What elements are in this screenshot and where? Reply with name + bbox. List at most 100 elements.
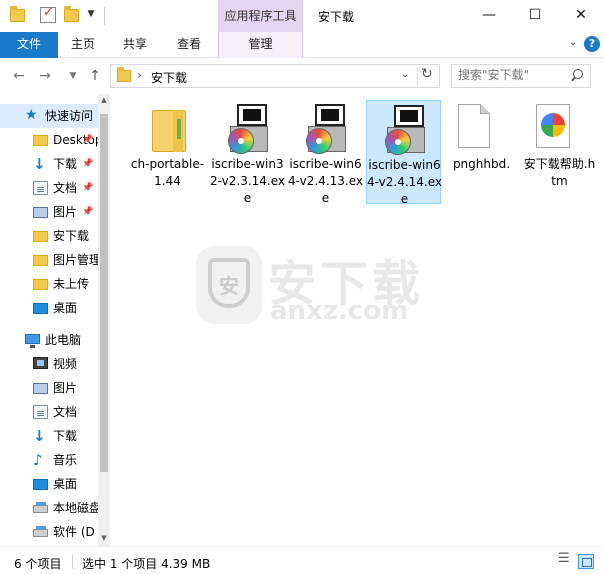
sidebar-item-music[interactable]: ♪ 音乐 bbox=[0, 448, 98, 472]
sidebar-item-desktop[interactable]: Desktop 📌 bbox=[0, 128, 98, 152]
chevron-down-icon[interactable]: ⌄ bbox=[566, 37, 580, 51]
sidebar-item-label: 下载 bbox=[53, 157, 78, 171]
search-icon[interactable] bbox=[570, 69, 584, 83]
folder-icon bbox=[152, 110, 186, 152]
drive-icon bbox=[33, 502, 48, 513]
installer-icon bbox=[302, 104, 350, 156]
address-divider bbox=[417, 67, 418, 85]
sidebar-item-pc-documents[interactable]: 文档 bbox=[0, 400, 98, 424]
title-bar: ▼ 应用程序工具 安下载 — ☐ ✕ bbox=[0, 0, 604, 32]
sidebar-item-label: 图片 bbox=[53, 381, 78, 395]
sidebar-item-not-uploaded[interactable]: 未上传 bbox=[0, 272, 98, 296]
file-item[interactable]: iscribe-win64-v2.4.13.exe bbox=[288, 100, 363, 205]
sidebar-item-software-drive[interactable]: 软件 (D bbox=[0, 520, 98, 544]
search-input[interactable] bbox=[458, 68, 568, 82]
file-item-selected[interactable]: iscribe-win64-v2.4.14.exe bbox=[366, 100, 442, 206]
sidebar-item-picture-manager[interactable]: 图片管理 bbox=[0, 248, 98, 272]
tab-share[interactable]: 共享 bbox=[108, 32, 162, 58]
new-folder-icon[interactable] bbox=[64, 6, 79, 22]
sidebar-item-label: 文档 bbox=[53, 181, 78, 195]
sidebar-item-downloads[interactable]: ↓ 下载 📌 bbox=[0, 152, 98, 176]
refresh-icon[interactable]: ↻ bbox=[421, 66, 433, 82]
up-arrow-icon[interactable]: ↑ bbox=[86, 67, 104, 85]
file-name: pnghhbd. bbox=[452, 157, 511, 171]
scroll-down-icon[interactable]: ▼ bbox=[98, 534, 110, 542]
sidebar-item-pc-pictures[interactable]: 图片 bbox=[0, 376, 98, 400]
file-item[interactable]: 安下载帮助.htm bbox=[522, 100, 597, 204]
sidebar-scrollbar-thumb[interactable] bbox=[100, 114, 108, 472]
file-item[interactable]: ch-portable-1.44 bbox=[130, 100, 205, 204]
installer-icon bbox=[224, 104, 272, 156]
installer-icon bbox=[381, 105, 429, 157]
properties-check-icon[interactable] bbox=[40, 5, 56, 23]
file-item[interactable]: iscribe-win32-v2.3.14.exe bbox=[210, 100, 285, 205]
file-name: 安下载帮助.htm bbox=[523, 157, 596, 188]
folder-icon bbox=[33, 135, 48, 146]
sidebar-item-label: 桌面 bbox=[53, 477, 78, 491]
help-icon[interactable]: ? bbox=[584, 36, 600, 52]
sidebar-item-this-pc[interactable]: 此电脑 bbox=[0, 328, 98, 352]
sidebar-item-label: 软件 (D bbox=[53, 525, 95, 539]
html-file-icon bbox=[536, 104, 570, 148]
minimize-button[interactable]: — bbox=[466, 0, 512, 32]
details-view-icon[interactable] bbox=[558, 551, 572, 568]
sidebar-item-local-disk[interactable]: 本地磁盘 bbox=[0, 496, 98, 520]
sidebar-item-pc-downloads[interactable]: ↓ 下载 bbox=[0, 424, 98, 448]
sidebar-item-quick-access[interactable]: ★ 快速访问 bbox=[0, 104, 98, 128]
file-item[interactable]: pnghhbd. bbox=[444, 100, 519, 204]
tab-home[interactable]: 主页 bbox=[58, 32, 108, 58]
maximize-button[interactable]: ☐ bbox=[512, 0, 558, 32]
sidebar-item-label: 未上传 bbox=[53, 277, 90, 291]
pin-icon: 📌 bbox=[82, 183, 94, 193]
drive-icon bbox=[33, 526, 48, 537]
download-arrow-icon: ↓ bbox=[33, 427, 46, 445]
breadcrumb-current[interactable]: 安下载 bbox=[151, 69, 187, 86]
address-bar[interactable]: › 安下载 ⌄ ↻ bbox=[110, 64, 440, 88]
chevron-down-icon[interactable]: ⌄ bbox=[401, 69, 409, 80]
folder-icon[interactable] bbox=[10, 6, 25, 22]
folder-icon bbox=[33, 255, 48, 266]
scroll-up-icon[interactable]: ▲ bbox=[98, 96, 110, 104]
sidebar-item-anxiazai[interactable]: 安下载 bbox=[0, 224, 98, 248]
tab-manage[interactable]: 管理 bbox=[218, 32, 303, 58]
sidebar-item-label: 本地磁盘 bbox=[53, 501, 98, 515]
title-separator bbox=[104, 7, 105, 25]
folder-icon bbox=[117, 67, 131, 82]
download-arrow-icon: ↓ bbox=[33, 155, 46, 173]
breadcrumb-chevron-icon[interactable]: › bbox=[137, 68, 142, 82]
file-name: ch-portable-1.44 bbox=[130, 157, 205, 188]
tab-file[interactable]: 文件 bbox=[0, 32, 58, 58]
large-icons-view-icon[interactable] bbox=[578, 554, 594, 569]
sidebar-item-pc-desktop[interactable]: 桌面 bbox=[0, 472, 98, 496]
desktop-icon bbox=[33, 479, 48, 490]
quick-access-dropdown[interactable]: ▼ bbox=[86, 9, 96, 19]
sidebar-item-label: 快速访问 bbox=[45, 109, 94, 123]
tab-view[interactable]: 查看 bbox=[162, 32, 216, 58]
forward-arrow-icon[interactable]: → bbox=[36, 67, 54, 85]
picture-icon bbox=[33, 383, 48, 394]
sidebar-item-pictures[interactable]: 图片 📌 bbox=[0, 200, 98, 224]
music-icon: ♪ bbox=[33, 451, 43, 469]
sidebar-item-documents[interactable]: 文档 📌 bbox=[0, 176, 98, 200]
folder-icon bbox=[33, 231, 48, 242]
selection-info: 选中 1 个项目 4.39 MB bbox=[82, 557, 211, 571]
sidebar-item-label: 音乐 bbox=[53, 453, 78, 467]
ribbon-tabs: 文件 主页 共享 查看 管理 ⌄ ? bbox=[0, 32, 604, 58]
close-button[interactable]: ✕ bbox=[558, 0, 604, 32]
sidebar-item-label: 安下载 bbox=[53, 229, 90, 243]
pin-icon: 📌 bbox=[82, 159, 94, 169]
star-icon: ★ bbox=[25, 107, 38, 123]
file-name: iscribe-win64-v2.4.14.exe bbox=[367, 158, 442, 206]
sidebar-item-label: 图片 bbox=[53, 205, 78, 219]
sidebar-item-desktop-quick[interactable]: 桌面 bbox=[0, 296, 98, 320]
search-box[interactable] bbox=[451, 64, 591, 88]
sidebar-item-label: 视频 bbox=[53, 357, 78, 371]
watermark-subtext: anxz.com bbox=[270, 296, 409, 326]
sidebar-item-videos[interactable]: 视频 bbox=[0, 352, 98, 376]
sidebar-item-label: 桌面 bbox=[53, 301, 78, 315]
recent-locations-chevron-icon[interactable]: ▼ bbox=[64, 67, 82, 85]
sidebar-item-label: 文档 bbox=[53, 405, 78, 419]
document-icon bbox=[33, 402, 48, 424]
back-arrow-icon[interactable]: ← bbox=[10, 67, 28, 85]
item-count: 6 个项目 bbox=[14, 557, 62, 571]
